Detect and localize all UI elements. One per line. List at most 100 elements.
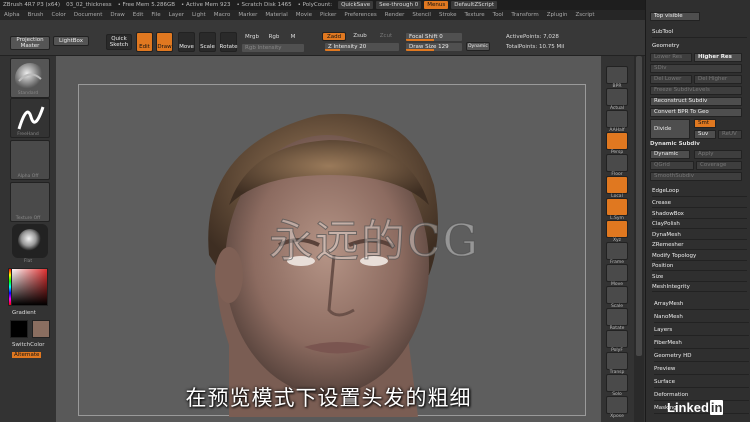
zsub-button[interactable]: Zsub xyxy=(350,33,370,40)
geometry-subitem-dynamesh[interactable]: DynaMesh xyxy=(652,230,747,240)
material-slot[interactable] xyxy=(12,224,48,258)
shelf-button-local[interactable] xyxy=(606,176,628,194)
menu-item-marker[interactable]: Marker xyxy=(234,12,261,18)
geometry-subitem-size[interactable]: Size xyxy=(652,272,747,282)
quick-sketch-button[interactable]: Quick Sketch xyxy=(106,34,132,50)
rgb-intensity-slider[interactable]: Rgb Intensity xyxy=(242,44,304,52)
menu-item-picker[interactable]: Picker xyxy=(316,12,340,18)
m-button[interactable]: M xyxy=(288,34,298,41)
primary-color-swatch[interactable] xyxy=(10,320,28,338)
section-surface[interactable]: Surface xyxy=(654,376,749,388)
scrollbar-thumb[interactable] xyxy=(636,56,642,356)
menu-item-edit[interactable]: Edit xyxy=(129,12,148,18)
menu-item-macro[interactable]: Macro xyxy=(210,12,235,18)
menu-item-layer[interactable]: Layer xyxy=(165,12,188,18)
menu-item-brush[interactable]: Brush xyxy=(24,12,48,18)
menu-item-document[interactable]: Document xyxy=(70,12,107,18)
menu-item-file[interactable]: File xyxy=(147,12,164,18)
shelf-button-frame[interactable] xyxy=(606,242,628,260)
shelf-button-rotate[interactable] xyxy=(606,308,628,326)
section-arraymesh[interactable]: ArrayMesh xyxy=(654,298,749,310)
move-button[interactable]: Move xyxy=(178,32,195,52)
mrgb-button[interactable]: Mrgb xyxy=(242,34,262,41)
zcut-button[interactable]: Zcut xyxy=(376,33,396,40)
menu-item-tool[interactable]: Tool xyxy=(489,12,508,18)
shelf-button-solo[interactable] xyxy=(606,374,628,392)
zadd-button[interactable]: Zadd xyxy=(322,32,346,41)
switch-color-button[interactable]: SwitchColor xyxy=(12,342,45,348)
color-picker[interactable] xyxy=(10,268,48,306)
shelf-button-polyf[interactable] xyxy=(606,330,628,348)
reconstruct-subdiv-button[interactable]: Reconstruct Subdiv xyxy=(650,97,742,106)
geometry-subitem-zremesher[interactable]: ZRemesher xyxy=(652,240,747,250)
shelf-button-bpr[interactable] xyxy=(606,66,628,84)
menu-item-preferences[interactable]: Preferences xyxy=(340,12,380,18)
rotate-button[interactable]: Rotate xyxy=(220,32,238,52)
geometry-section[interactable]: Geometry xyxy=(652,40,747,52)
menu-item-draw[interactable]: Draw xyxy=(106,12,128,18)
convert-bpr-button[interactable]: Convert BPR To Geo xyxy=(650,108,742,117)
divide-button[interactable]: Divide xyxy=(650,119,690,139)
top-visible-button[interactable]: Top visible xyxy=(650,12,700,21)
draw-size-slider[interactable]: Draw Size 129 xyxy=(406,43,462,51)
shelf-button-persp[interactable] xyxy=(606,132,628,150)
qgrid-slider[interactable]: QGrid xyxy=(650,161,694,170)
reuv-toggle[interactable]: ReUV xyxy=(718,130,742,139)
menu-item-zscript[interactable]: Zscript xyxy=(571,12,598,18)
dynamic-button[interactable]: Dynamic xyxy=(466,42,490,51)
sdiv-slider[interactable]: SDiv xyxy=(650,64,742,73)
menu-item-render[interactable]: Render xyxy=(381,12,409,18)
edgeloop-section[interactable]: EdgeLoop xyxy=(652,186,747,197)
section-nanomesh[interactable]: NanoMesh xyxy=(654,311,749,323)
z-intensity-slider[interactable]: Z Intensity 20 xyxy=(325,43,399,51)
secondary-color-swatch[interactable] xyxy=(32,320,50,338)
section-layers[interactable]: Layers xyxy=(654,324,749,336)
default-zscript-button[interactable]: DefaultZScript xyxy=(451,1,498,9)
alternate-button[interactable]: Alternate xyxy=(12,352,42,358)
subtool-section[interactable]: SubTool xyxy=(652,26,747,38)
shelf-button-transp[interactable] xyxy=(606,352,628,370)
menu-item-material[interactable]: Material xyxy=(261,12,291,18)
section-geometry-hd[interactable]: Geometry HD xyxy=(654,350,749,362)
viewport[interactable]: 永远的CG 在预览模式下设置头发的粗细 xyxy=(56,56,601,422)
smooth-subdiv-slider[interactable]: SmoothSubdiv xyxy=(650,172,742,181)
shelf-button-xyz[interactable] xyxy=(606,220,628,238)
menu-item-color[interactable]: Color xyxy=(48,12,70,18)
higher-res-button[interactable]: Higher Res xyxy=(694,53,742,62)
shelf-button-floor[interactable] xyxy=(606,154,628,172)
rgb-button[interactable]: Rgb xyxy=(266,34,282,41)
menu-item-stencil[interactable]: Stencil xyxy=(408,12,435,18)
menu-item-light[interactable]: Light xyxy=(188,12,210,18)
shelf-button-scale[interactable] xyxy=(606,286,628,304)
geometry-subitem-crease[interactable]: Crease xyxy=(652,198,747,208)
right-shelf-scrollbar[interactable] xyxy=(634,56,644,422)
hue-strip[interactable] xyxy=(8,268,12,306)
del-higher-button[interactable]: Del Higher xyxy=(694,75,742,84)
dynamic-toggle[interactable]: Dynamic xyxy=(650,150,690,159)
section-preview[interactable]: Preview xyxy=(654,363,749,375)
apply-button[interactable]: Apply xyxy=(694,150,742,159)
shelf-button-lsym[interactable] xyxy=(606,198,628,216)
geometry-subitem-claypolish[interactable]: ClayPolish xyxy=(652,219,747,229)
lightbox-button[interactable]: LightBox xyxy=(53,36,89,46)
geometry-subitem-shadowbox[interactable]: ShadowBox xyxy=(652,209,747,219)
geometry-subitem-meshintegrity[interactable]: MeshIntegrity xyxy=(652,282,747,292)
focal-shift-slider[interactable]: Focal Shift 0 xyxy=(406,33,462,41)
coverage-slider[interactable]: Coverage xyxy=(696,161,742,170)
dynamic-subdiv-section[interactable]: Dynamic Subdiv xyxy=(650,141,747,147)
menu-item-movie[interactable]: Movie xyxy=(292,12,316,18)
geometry-subitem-position[interactable]: Position xyxy=(652,261,747,271)
menu-item-transform[interactable]: Transform xyxy=(507,12,542,18)
edit-button[interactable]: Edit xyxy=(136,32,153,52)
suv-toggle[interactable]: Suv xyxy=(694,130,716,139)
scale-button[interactable]: Scale xyxy=(199,32,216,52)
menu-item-alpha[interactable]: Alpha xyxy=(0,12,24,18)
draw-button[interactable]: Draw xyxy=(156,32,173,52)
geometry-subitem-modify-topology[interactable]: Modify Topology xyxy=(652,251,747,261)
menus-button[interactable]: Menus xyxy=(424,1,449,9)
lower-res-button[interactable]: Lower Res xyxy=(650,53,692,62)
document-canvas[interactable]: 永远的CG xyxy=(78,84,586,422)
smt-toggle[interactable]: Smt xyxy=(694,119,716,128)
shelf-button-move[interactable] xyxy=(606,264,628,282)
section-fibermesh[interactable]: FiberMesh xyxy=(654,337,749,349)
